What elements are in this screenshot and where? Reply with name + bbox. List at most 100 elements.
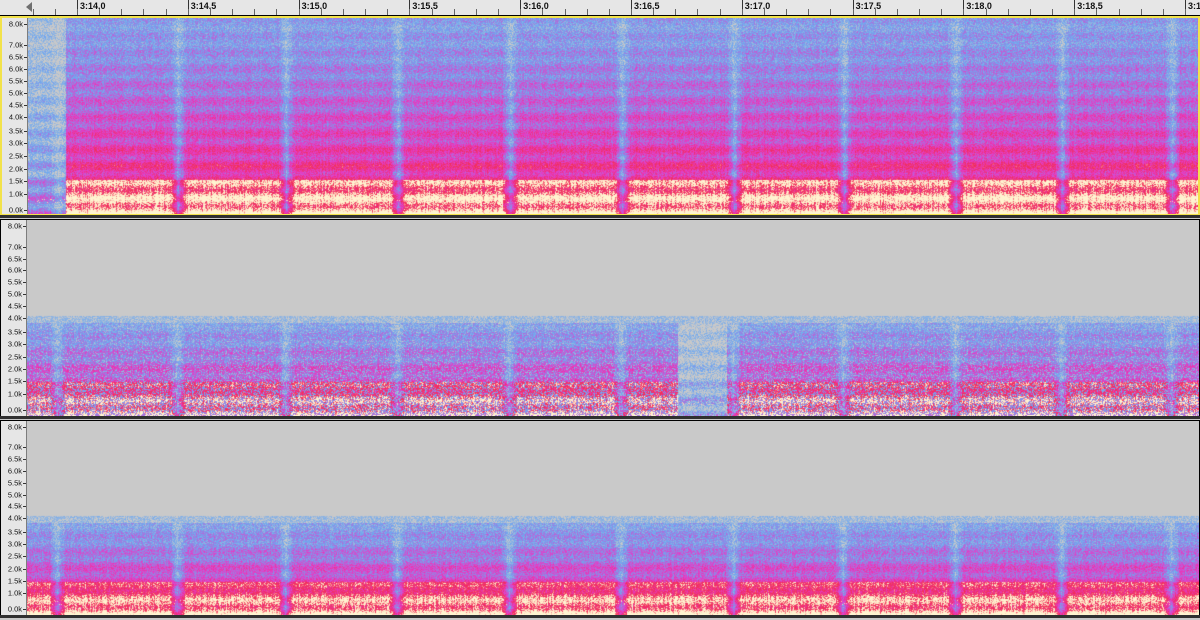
ruler-minor-tick (1141, 9, 1142, 15)
frequency-label: 3.0k (7, 539, 22, 548)
frequency-tick (23, 343, 26, 345)
frequency-label: 5.0k (7, 289, 22, 299)
ruler-minor-tick (1030, 9, 1031, 15)
frequency-label: 2.0k (7, 364, 22, 374)
ruler-minor-tick (675, 9, 676, 15)
ruler-time-label: 3:15.5 (412, 1, 438, 11)
frequency-label: 3.0k (8, 138, 23, 148)
ruler-minor-tick (986, 9, 987, 15)
audio-track-2[interactable]: 8.0k 7.0k 6.5k 6.0k 5.5k 5.0k 4.5k 4.0k 3.5k 3.0k… (0, 219, 1200, 417)
frequency-label: 7.0k (7, 442, 22, 452)
ruler-minor-tick (321, 9, 322, 15)
frequency-tick (23, 331, 26, 333)
frequency-tick (23, 394, 26, 396)
ruler-minor-tick (1096, 9, 1097, 15)
frequency-label: 3.5k (8, 126, 23, 136)
frequency-label: 4.0k (7, 313, 22, 323)
ruler-time-label: 3:19.0 (1188, 1, 1200, 11)
frequency-label: 2.5k (7, 352, 22, 362)
ruler-minor-tick (498, 9, 499, 15)
frequency-tick (23, 246, 26, 248)
ruler-minor-tick (343, 9, 344, 15)
audio-track-1[interactable]: 8.0k 7.0k 6.5k 6.0k 5.5k 5.0k 4.5k 4.0k 3.5k 3.0k… (0, 15, 1200, 217)
frequency-tick (24, 81, 27, 82)
ruler-minor-tick (1008, 9, 1009, 15)
frequency-scale[interactable]: 8.0k 7.0k 6.5k 6.0k 5.5k 5.0k 4.5k 4.0k 3.5k 3.0k… (1, 220, 27, 416)
ruler-time-label: 3:14.0 (80, 1, 106, 11)
frequency-tick (24, 57, 27, 58)
frequency-tick (23, 447, 26, 449)
frequency-tick (23, 568, 26, 570)
ruler-minor-tick (409, 9, 410, 15)
ruler-minor-tick (697, 9, 698, 15)
ruler-time-label: 3:15.0 (301, 1, 328, 11)
frequency-label: 7.0k (8, 40, 23, 50)
ruler-minor-tick (587, 9, 588, 15)
spectrogram-view[interactable] (27, 220, 1199, 416)
frequency-tick (24, 156, 27, 157)
ruler-minor-tick (897, 9, 898, 15)
ruler-minor-tick (432, 9, 433, 15)
frequency-tick (23, 426, 26, 428)
frequency-label: 0.0k (7, 405, 22, 415)
ruler-minor-tick (919, 9, 920, 15)
ruler-minor-tick (609, 9, 610, 15)
frequency-tick (23, 369, 26, 371)
frequency-label: 6.5k (7, 254, 22, 264)
ruler-minor-tick (830, 9, 831, 15)
frequency-tick (23, 531, 26, 533)
frequency-tick (23, 294, 26, 296)
frequency-label: 5.5k (8, 76, 23, 86)
frequency-label: 6.0k (7, 265, 22, 275)
ruler-minor-tick (963, 9, 964, 15)
frequency-label: 8.0k (8, 19, 23, 29)
ruler-minor-tick (720, 9, 721, 15)
ruler-minor-tick (299, 9, 300, 15)
frequency-label: 1.5k (7, 576, 22, 586)
frequency-label: 7.0k (7, 242, 22, 252)
frequency-label: 4.0k (7, 513, 22, 523)
ruler-minor-tick (33, 9, 34, 15)
play-head-marker-icon[interactable] (26, 2, 32, 12)
track-separator (0, 615, 1200, 618)
ruler-minor-tick (77, 9, 78, 15)
ruler-minor-tick (121, 9, 122, 15)
frequency-tick (23, 356, 26, 358)
frequency-tick (23, 282, 26, 284)
spectrogram-view[interactable] (28, 18, 1198, 214)
ruler-minor-tick (1119, 9, 1120, 15)
frequency-tick (23, 470, 26, 472)
frequency-label: 1.0k (8, 189, 23, 199)
audio-track-3[interactable]: 8.0k 7.0k 6.5k 6.0k 5.5k 5.0k 4.5k 4.0k 3.5k 3.0k… (0, 420, 1200, 616)
frequency-label: 5.5k (7, 478, 22, 488)
frequency-label: 6.0k (7, 466, 22, 476)
frequency-tick (24, 69, 27, 70)
frequency-label: 4.0k (8, 112, 23, 122)
ruler-minor-tick (454, 9, 455, 15)
frequency-scale[interactable]: 8.0k 7.0k 6.5k 6.0k 5.5k 5.0k 4.5k 4.0k 3.5k 3.0k… (2, 18, 28, 215)
frequency-tick (24, 131, 27, 132)
ruler-time-label: 3:17.5 (855, 1, 882, 11)
frequency-label: 0.0k (8, 205, 23, 215)
frequency-scale[interactable]: 8.0k 7.0k 6.5k 6.0k 5.5k 5.0k 4.5k 4.0k 3.5k 3.0k… (1, 421, 27, 615)
frequency-tick (23, 258, 26, 260)
ruler-minor-tick (365, 9, 366, 15)
ruler-minor-tick (55, 9, 56, 15)
frequency-tick (23, 518, 26, 520)
frequency-label: 2.0k (7, 564, 22, 574)
ruler-minor-tick (653, 9, 654, 15)
ruler-minor-tick (742, 9, 743, 15)
ruler-minor-tick (853, 9, 854, 15)
frequency-tick (23, 270, 26, 272)
frequency-label: 6.0k (8, 64, 23, 74)
ruler-time-label: 3:16.5 (634, 1, 660, 11)
frequency-label: 8.0k (7, 221, 22, 231)
ruler-time-label: 3:17.0 (744, 1, 771, 11)
frequency-label: 4.5k (8, 100, 23, 110)
timeline-ruler[interactable]: 3:14.0 3:14.5 3:15.0 3:15.5 3:16.0 3:16.5 3:17… (0, 0, 1200, 16)
frequency-label: 1.5k (7, 376, 22, 386)
frequency-label: 4.5k (7, 301, 22, 311)
ruler-minor-tick (565, 9, 566, 15)
frequency-tick (23, 543, 26, 545)
spectrogram-view[interactable] (27, 421, 1199, 615)
